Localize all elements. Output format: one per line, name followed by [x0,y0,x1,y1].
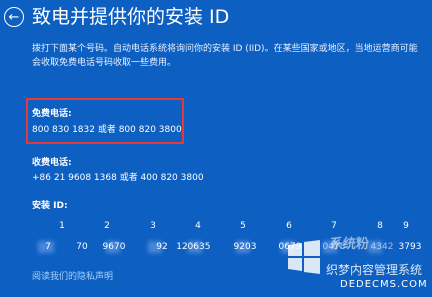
group-number: 3 [150,221,156,231]
group-number: 5 [240,221,246,231]
id-value: 9670 [102,242,126,252]
watermark: 系统粉 织梦内容管理系统 DEDECMS.COM [282,227,432,297]
instructions-text: 拨打下面某个号码。自动电话系统将询问你的安装 ID (IID)。在某些国家或地区… [32,44,418,68]
id-value: 7 [45,242,51,252]
id-value: 0635 [187,242,211,252]
page-title: 致电并提供你的安装 ID [32,6,230,28]
group-number: 2 [104,221,110,231]
watermark-text-top: 系统粉 [330,237,370,252]
free-phone-highlight-box [26,98,184,144]
arrow-left-icon: ← [8,9,20,25]
install-id-label: 安装 ID: [32,201,68,211]
privacy-statement-link[interactable]: 阅读我们的隐私声明 [32,271,113,283]
free-phone-label: 免费电话: [32,109,72,119]
group-number: 4 [195,221,201,231]
group-number: 1 [59,221,65,231]
id-value: 70 [76,242,88,252]
back-button[interactable]: ← [4,7,24,27]
watermark-text-bottom: DEDECMS.COM [340,279,428,290]
watermark-text-mid: 织梦内容管理系统 [326,263,423,277]
toll-phone-numbers: +86 21 9608 1368 或者 400 820 3800 [32,173,204,183]
toll-phone-label: 收费电话: [32,158,72,168]
id-value: 9203 [233,242,257,252]
free-phone-numbers: 800 830 1832 或者 800 820 3800 [32,125,182,135]
windows-logo-icon [288,240,320,274]
